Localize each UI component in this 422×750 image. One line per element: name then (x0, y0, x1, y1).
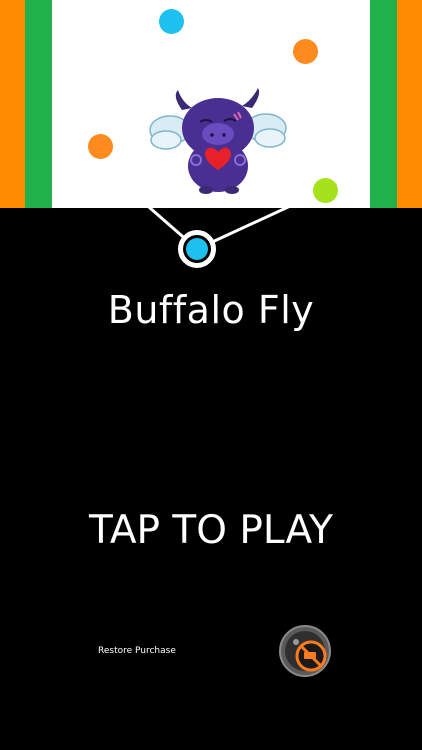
winged-purple-buffalo-icon (149, 88, 287, 194)
game-title: Buffalo Fly (107, 288, 315, 332)
lime-dot (313, 178, 338, 203)
game-screen[interactable]: Buffalo Fly TAP TO PLAY Restore Purchase (0, 0, 422, 750)
right-orange-stripe (397, 0, 422, 208)
tap-to-play-button[interactable]: TAP TO PLAY (0, 508, 422, 553)
orange-dot-left (88, 134, 113, 159)
left-orange-stripe (0, 0, 25, 208)
swing-anchor (178, 230, 216, 268)
cyan-dot (159, 9, 184, 34)
left-green-stripe (25, 0, 52, 208)
restore-purchase-button[interactable]: Restore Purchase (98, 646, 176, 656)
orange-dot-top (293, 39, 318, 64)
swing-anchor-core (186, 238, 208, 260)
no-ads-icon[interactable] (278, 624, 332, 678)
right-green-stripe (370, 0, 397, 208)
